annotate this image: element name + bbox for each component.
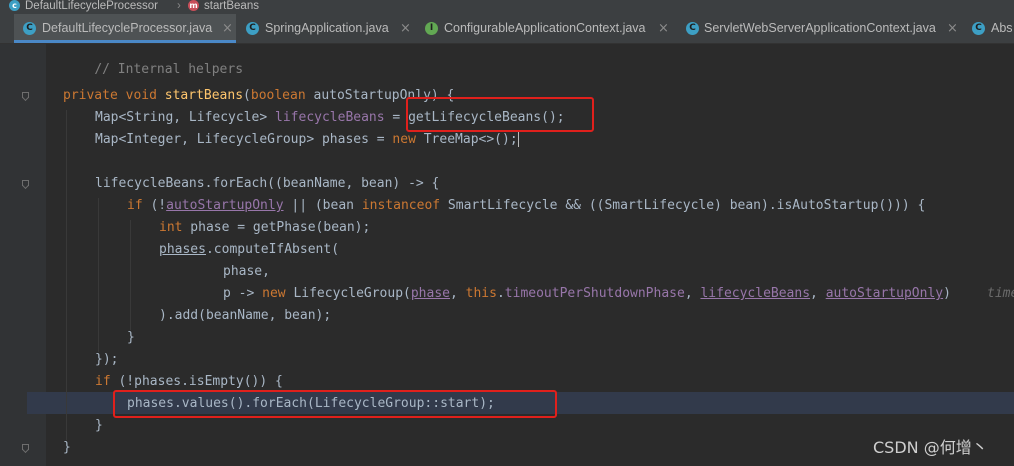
- keyword: new: [262, 286, 286, 301]
- code-token: (!phases.isEmpty()) {: [110, 374, 283, 389]
- fold-icon[interactable]: [22, 92, 29, 101]
- text-cursor: [517, 132, 519, 147]
- code-token: Map<String, Lifecycle>: [95, 110, 276, 125]
- field-ref: timeoutPerShutdownPhase: [504, 286, 685, 301]
- keyword: void: [125, 88, 157, 103]
- breadcrumb-item-class[interactable]: DefaultLifecycleProcessor: [25, 0, 158, 12]
- code-line: }: [63, 437, 71, 459]
- tab-label: ConfigurableApplicationContext.java: [444, 21, 646, 35]
- inlay-hint: time: [987, 286, 1014, 301]
- annotation-box-getlifecyclebeans: [406, 97, 594, 132]
- keyword: if: [127, 198, 143, 213]
- code-token: ,: [810, 286, 826, 301]
- code-token: }: [63, 440, 71, 455]
- tab-label: Abs: [991, 21, 1013, 35]
- method-name: startBeans: [164, 88, 244, 103]
- code-line: // Internal helpers: [63, 37, 243, 77]
- code-token: (!: [142, 198, 167, 213]
- code-line: if (!autoStartupOnly || (bean instanceof…: [127, 195, 925, 217]
- watermark: CSDN @何增丶: [873, 438, 988, 457]
- indent-guide: [66, 110, 67, 440]
- method-icon: m: [188, 0, 199, 11]
- interface-file-icon: I: [425, 22, 438, 35]
- class-file-icon: C: [23, 22, 36, 35]
- code-token: LifecycleGroup(: [285, 286, 411, 301]
- keyword: int: [159, 220, 183, 235]
- breadcrumb-item-method[interactable]: startBeans: [204, 0, 259, 12]
- keyword: if: [95, 374, 111, 389]
- code-line: lifecycleBeans.forEach((beanName, bean) …: [95, 173, 439, 195]
- keyword: private: [63, 88, 118, 103]
- tab-label: SpringApplication.java: [265, 21, 389, 35]
- close-icon[interactable]: ×: [947, 14, 958, 43]
- code-token: (: [243, 88, 251, 103]
- code-token: Map<Integer, LifecycleGroup> phases =: [95, 132, 393, 147]
- code-token: phase,: [223, 264, 270, 279]
- tab-configurableapplicationcontext[interactable]: I ConfigurableApplicationContext.java ×: [416, 14, 672, 43]
- breadcrumb-separator: ›: [177, 0, 181, 12]
- keyword: this: [465, 286, 497, 301]
- code-line: });: [95, 349, 118, 371]
- field-ref: autoStartupOnly: [166, 198, 284, 213]
- tab-label: ServletWebServerApplicationContext.java: [704, 21, 936, 35]
- keyword: instanceof: [361, 198, 441, 213]
- code-line: }: [127, 327, 135, 349]
- field-ref: autoStartupOnly: [825, 286, 944, 301]
- class-file-icon: C: [972, 22, 985, 35]
- code-token: }: [127, 330, 135, 345]
- fold-icon[interactable]: [22, 444, 29, 453]
- code-token: ,: [684, 286, 701, 301]
- code-token: ,: [450, 286, 466, 301]
- fold-icon[interactable]: [22, 180, 29, 189]
- code-line: private void startBeans(boolean autoStar…: [63, 85, 454, 107]
- tab-servletwebserverapplicationcontext[interactable]: C ServletWebServerApplicationContext.jav…: [677, 14, 959, 43]
- indent-guide: [130, 220, 131, 330]
- code-line: Map<Integer, LifecycleGroup> phases = ne…: [95, 129, 519, 151]
- code-token: SmartLifecycle && ((SmartLifecycle) bean…: [440, 198, 926, 213]
- code-token: phase = getPhase(bean);: [182, 220, 371, 235]
- class-file-icon: C: [246, 22, 259, 35]
- breadcrumb: c DefaultLifecycleProcessor › m startBea…: [0, 0, 1014, 14]
- class-file-icon: C: [686, 22, 699, 35]
- comment: // Internal helpers: [94, 62, 244, 77]
- code-token: || (bean: [283, 198, 362, 213]
- class-icon: c: [9, 0, 20, 11]
- code-token: .: [496, 286, 505, 301]
- code-token: lifecycleBeans.forEach((beanName, bean) …: [95, 176, 440, 191]
- code-line: ).add(beanName, bean);: [159, 305, 331, 327]
- variable: phases: [159, 242, 206, 257]
- code-line: phases.computeIfAbsent(: [159, 239, 339, 261]
- code-line: p -> new LifecycleGroup(phase, this.time…: [223, 283, 951, 305]
- indent-guide: [98, 198, 99, 352]
- field-ref: phase: [410, 286, 450, 301]
- code-line: phase,: [223, 261, 270, 283]
- code-token: ): [943, 286, 951, 301]
- tab-springapplication[interactable]: C SpringApplication.java ×: [237, 14, 415, 43]
- close-icon[interactable]: ×: [658, 14, 669, 43]
- tab-abs-truncated[interactable]: C Abs: [965, 14, 1014, 43]
- keyword: boolean: [250, 88, 306, 103]
- code-token: });: [95, 352, 119, 367]
- keyword: new: [392, 132, 416, 147]
- code-editor[interactable]: // Internal helpers private void startBe…: [0, 44, 1014, 466]
- field-ref: lifecycleBeans: [700, 286, 811, 301]
- code-line: }: [95, 415, 103, 437]
- close-icon[interactable]: ×: [400, 14, 411, 43]
- variable: lifecycleBeans: [275, 110, 385, 125]
- code-token: .computeIfAbsent(: [205, 242, 340, 257]
- code-token: }: [95, 418, 103, 433]
- code-token: p ->: [223, 286, 263, 301]
- annotation-box-foreach-start: [113, 390, 557, 418]
- code-line: int phase = getPhase(bean);: [159, 217, 370, 239]
- code-token: TreeMap<>();: [415, 132, 518, 147]
- code-token: ).add(beanName, bean);: [159, 308, 332, 323]
- code-token: =: [384, 110, 409, 125]
